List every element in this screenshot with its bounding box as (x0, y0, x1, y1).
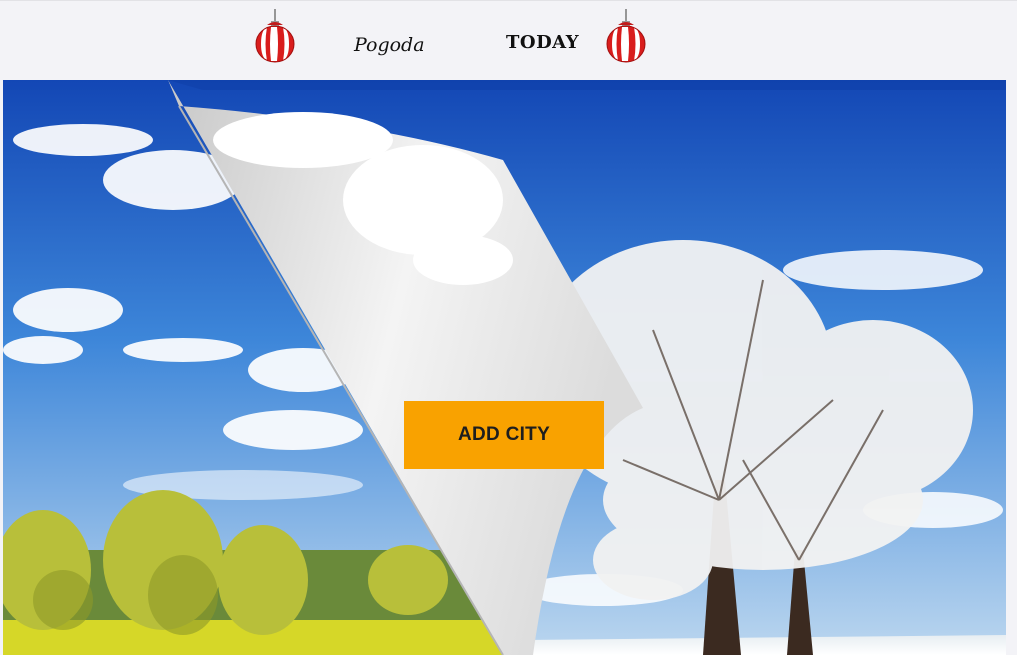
landscape-image (3, 80, 1006, 655)
page-edge (1006, 80, 1017, 655)
hero-banner: ADD CITY (3, 80, 1006, 655)
add-city-button[interactable]: ADD CITY (404, 401, 604, 469)
christmas-bauble-icon[interactable] (253, 9, 297, 63)
nav-link-today[interactable]: TODAY (506, 32, 579, 53)
top-navigation-bar: Pogoda TODAY (0, 0, 1017, 81)
christmas-bauble-icon[interactable] (604, 9, 648, 63)
nav-link-pogoda[interactable]: Pogoda (354, 34, 425, 56)
